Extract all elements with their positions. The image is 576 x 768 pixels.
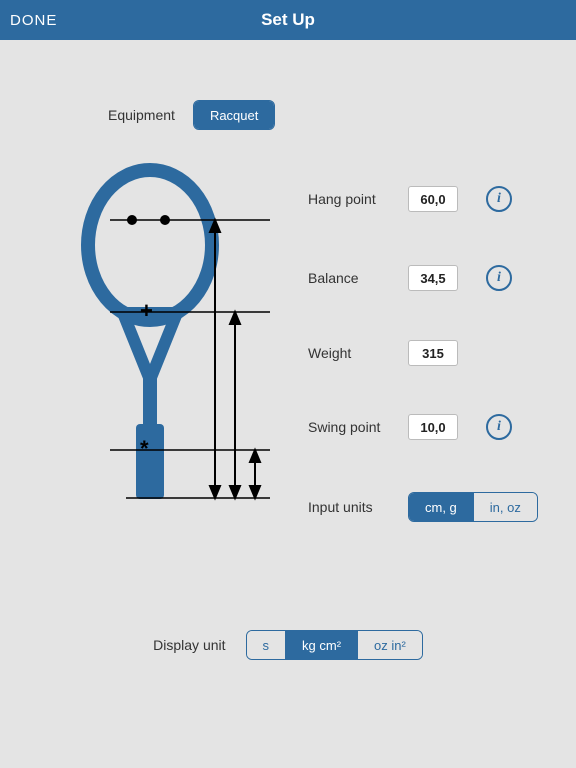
weight-input[interactable]: 315 — [408, 340, 458, 366]
display-unit-option-s[interactable]: s — [247, 631, 286, 659]
hang-point-info-icon[interactable]: i — [486, 186, 512, 212]
swing-point-row: Swing point 10,0 i — [308, 414, 512, 440]
equipment-segmented[interactable]: Racquet — [193, 100, 275, 130]
swing-point-input[interactable]: 10,0 — [408, 414, 458, 440]
page-title: Set Up — [261, 10, 315, 30]
display-unit-option-ozin2[interactable]: oz in² — [357, 631, 422, 659]
display-unit-option-kgcm2[interactable]: kg cm² — [285, 631, 357, 659]
balance-info-icon[interactable]: i — [486, 265, 512, 291]
equipment-label: Equipment — [108, 107, 175, 123]
display-unit-label: Display unit — [153, 637, 225, 653]
swing-point-info-icon[interactable]: i — [486, 414, 512, 440]
display-unit-segmented[interactable]: s kg cm² oz in² — [246, 630, 423, 660]
svg-text:*: * — [140, 436, 149, 461]
display-unit-row: Display unit s kg cm² oz in² — [0, 630, 576, 660]
input-units-row: Input units cm, g in, oz — [308, 492, 538, 522]
hang-point-input[interactable]: 60,0 — [408, 186, 458, 212]
balance-row: Balance 34,5 i — [308, 265, 512, 291]
balance-label: Balance — [308, 270, 408, 286]
racquet-diagram: + * — [70, 160, 270, 530]
hang-point-row: Hang point 60,0 i — [308, 186, 512, 212]
equipment-option-racquet[interactable]: Racquet — [194, 101, 274, 129]
swing-point-label: Swing point — [308, 419, 408, 435]
balance-input[interactable]: 34,5 — [408, 265, 458, 291]
input-units-option-imperial[interactable]: in, oz — [473, 493, 537, 521]
header: DONE Set Up — [0, 0, 576, 40]
input-units-segmented[interactable]: cm, g in, oz — [408, 492, 538, 522]
input-units-label: Input units — [308, 499, 408, 515]
equipment-row: Equipment Racquet — [108, 100, 275, 130]
svg-text:+: + — [140, 298, 153, 323]
done-button[interactable]: DONE — [10, 12, 57, 29]
input-units-option-metric[interactable]: cm, g — [409, 493, 473, 521]
hang-point-label: Hang point — [308, 191, 408, 207]
weight-label: Weight — [308, 345, 408, 361]
weight-row: Weight 315 — [308, 340, 458, 366]
